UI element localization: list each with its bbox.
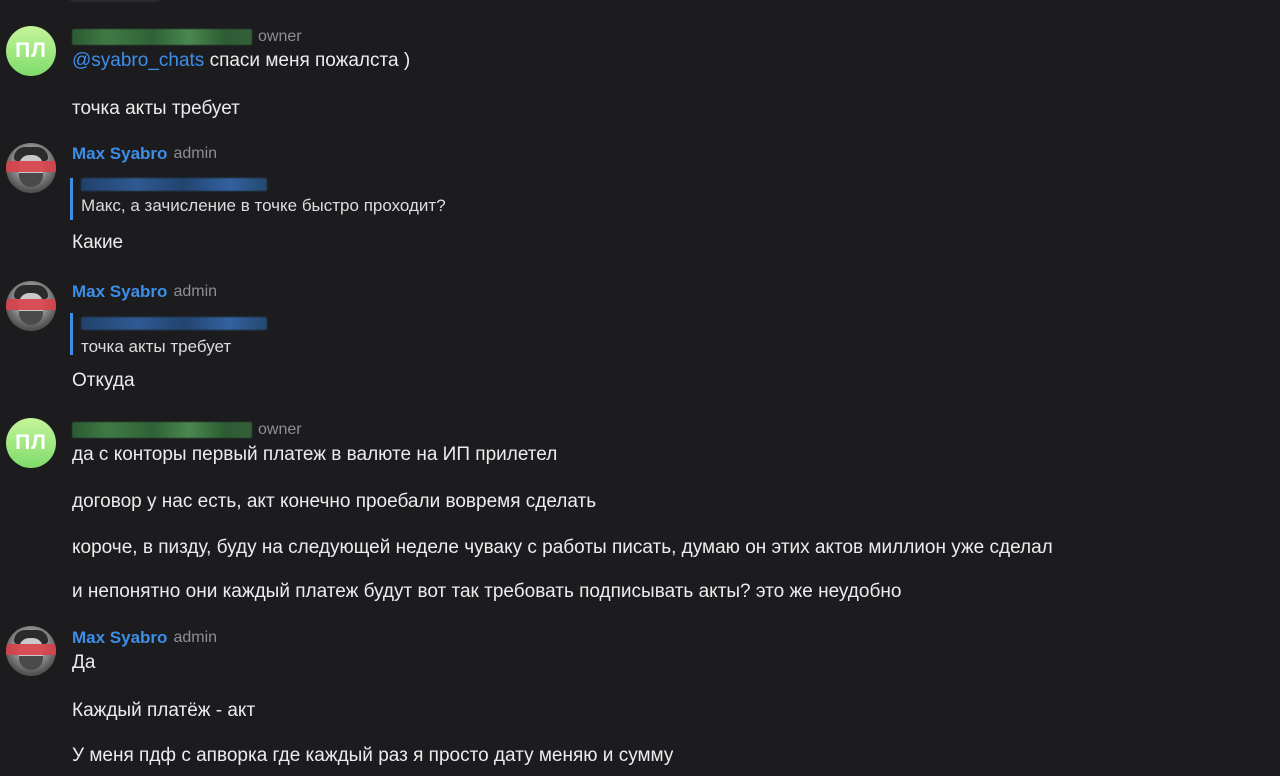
message-text[interactable]: да с конторы первый платеж в валюте на И… <box>72 443 557 467</box>
message-text[interactable]: короче, в пизду, буду на следующей недел… <box>72 536 1053 560</box>
role-badge: admin <box>173 145 218 162</box>
blurred-sender-name[interactable] <box>72 29 252 45</box>
message-header: Max Syabro admin <box>72 281 217 303</box>
reply-text: Макс, а зачисление в точке быстро проход… <box>81 196 446 215</box>
message-text[interactable]: Каждый платёж - акт <box>72 699 255 723</box>
role-badge: admin <box>173 283 218 300</box>
sender-name[interactable]: Max Syabro <box>72 144 167 164</box>
reply-quote[interactable]: точка акты требует <box>70 313 520 356</box>
message-text[interactable]: точка акты требует <box>72 97 240 121</box>
reply-quote[interactable]: Макс, а зачисление в точке быстро проход… <box>70 178 520 220</box>
message-header: owner <box>72 26 302 48</box>
message-header: owner <box>72 419 302 441</box>
avatar[interactable]: ПЛ <box>6 418 56 468</box>
sender-name[interactable]: Max Syabro <box>72 628 167 648</box>
message-text[interactable]: Да <box>72 651 95 675</box>
message-header: Max Syabro admin <box>72 627 217 649</box>
role-badge: owner <box>258 28 302 45</box>
avatar[interactable] <box>6 281 56 331</box>
blurred-sender-name[interactable] <box>72 422 252 438</box>
sender-name[interactable]: Max Syabro <box>72 282 167 302</box>
blurred-reply-author <box>81 178 267 191</box>
message-text[interactable]: и непонятно они каждый платеж будут вот … <box>72 580 901 604</box>
avatar[interactable] <box>6 143 56 193</box>
message-text[interactable]: договор у нас есть, акт конечно проебали… <box>72 490 596 514</box>
message-header: Max Syabro admin <box>72 143 217 165</box>
message-text[interactable]: У меня пдф с апворка где каждый раз я пр… <box>72 744 673 768</box>
message-text[interactable]: Откуда <box>72 369 135 393</box>
reply-text: точка акты требует <box>81 337 232 356</box>
blurred-reply-author <box>81 317 267 330</box>
mention-link[interactable]: @syabro_chats <box>72 50 204 71</box>
role-badge: admin <box>173 629 218 646</box>
message-text[interactable]: @syabro_chats спаси меня пожалста ) <box>72 49 410 73</box>
previous-message-fragment <box>70 0 160 2</box>
avatar[interactable] <box>6 626 56 676</box>
message-text[interactable]: Какие <box>72 231 123 255</box>
role-badge: owner <box>258 421 302 438</box>
avatar[interactable]: ПЛ <box>6 26 56 76</box>
